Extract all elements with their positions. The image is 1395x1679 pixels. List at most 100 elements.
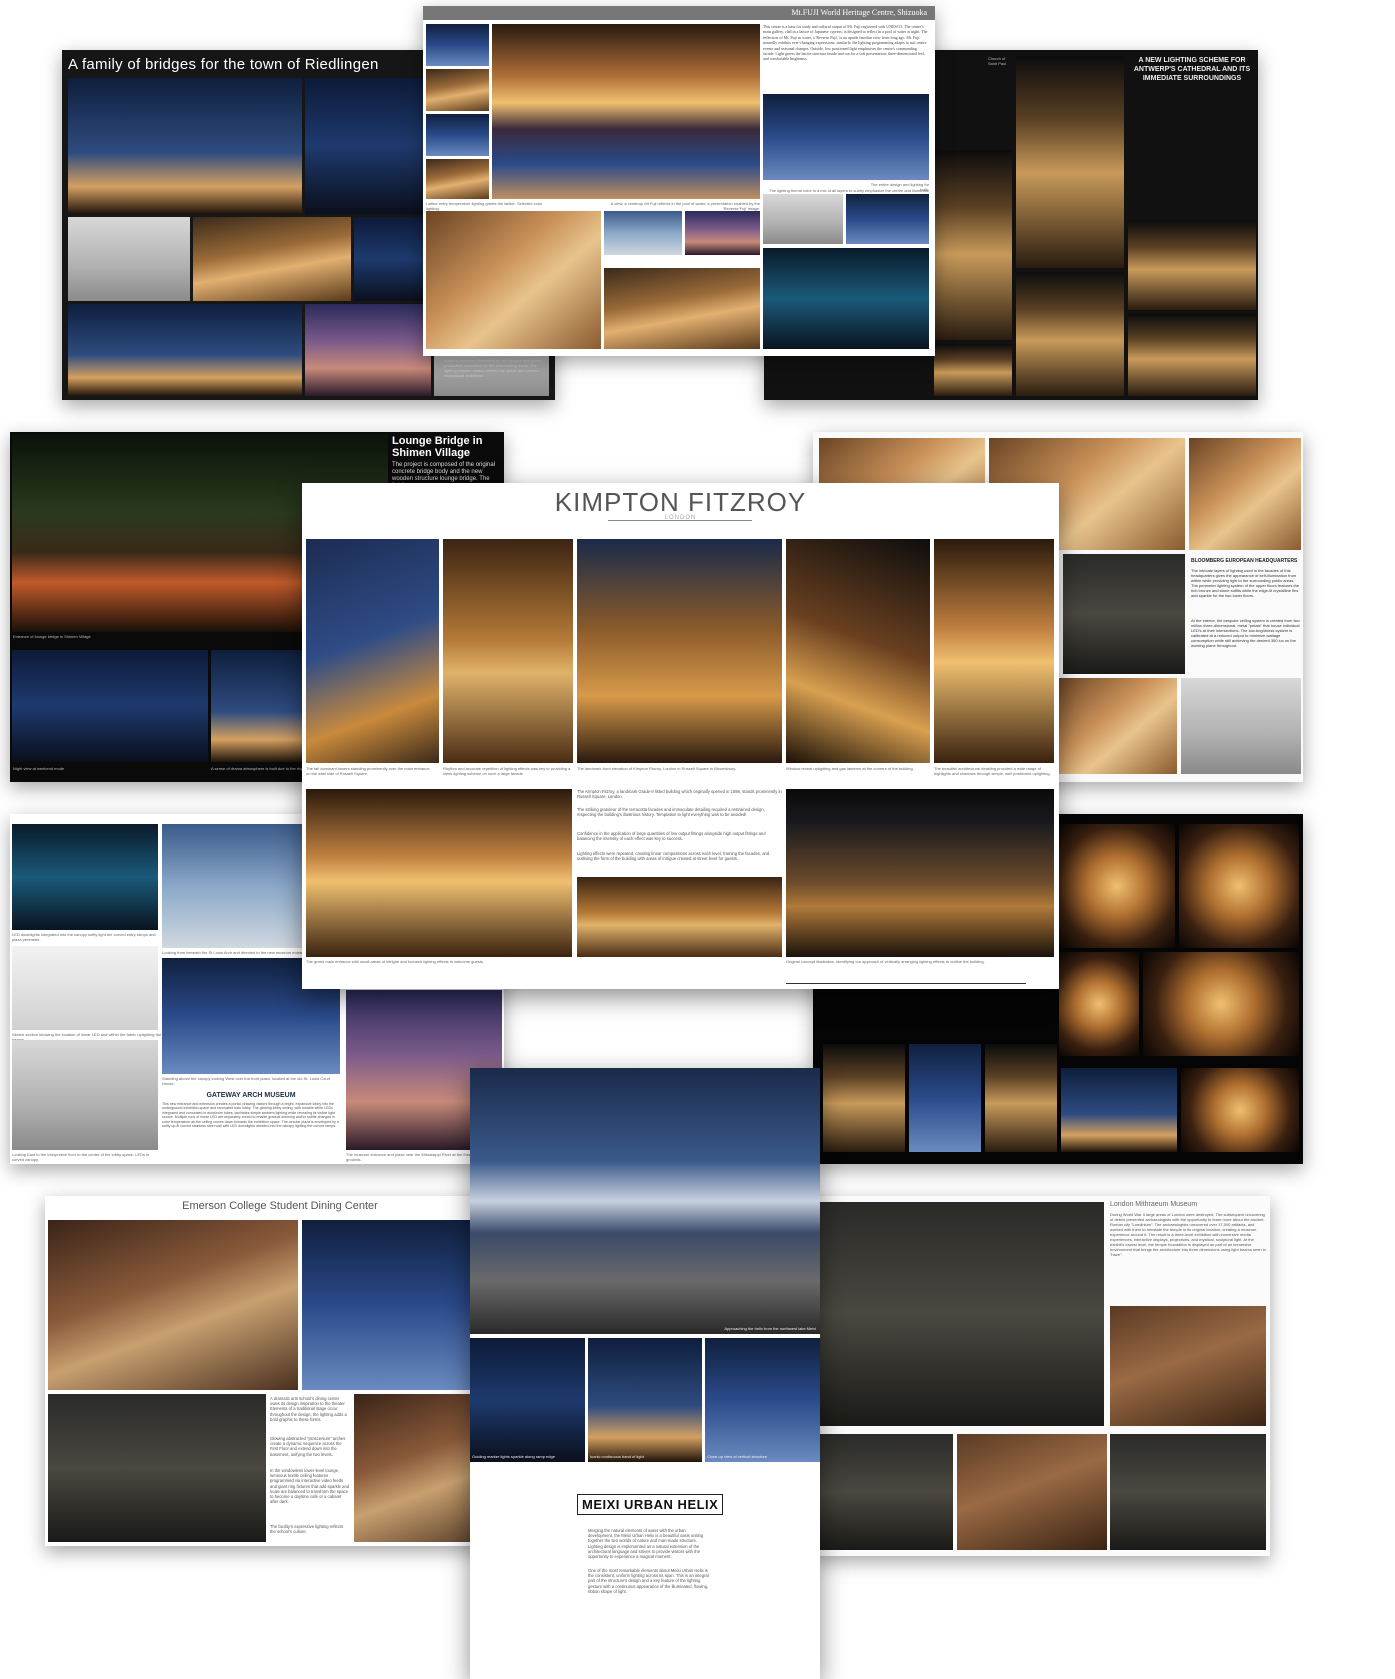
kimpton-photo-entrance — [306, 789, 572, 957]
rotunda-photo-4 — [1143, 952, 1299, 1056]
bloomberg-photo-petals — [1181, 678, 1301, 774]
rotunda-photo-2 — [1179, 824, 1299, 948]
kimpton-caption-3: The landmark front elevation of Kimpton … — [577, 766, 737, 771]
fuji-photo-day — [604, 211, 682, 255]
mithraeum-photo-wall — [1110, 1306, 1266, 1426]
mithraeum-photo-display — [957, 1434, 1107, 1550]
emerson-photo-hall — [48, 1220, 298, 1390]
fuji-thumb-1 — [426, 24, 489, 66]
fuji-header: Mt.FUJI World Heritage Centre, Shizuoka — [791, 8, 927, 17]
riedlingen-photo-bridge — [68, 78, 302, 214]
meixi-panel: Approaching the helix from the northwest… — [470, 1068, 820, 1679]
riedlingen-title: A family of bridges for the town of Ried… — [68, 56, 379, 73]
mithraeum-photo-bust — [1110, 1434, 1266, 1550]
fuji-thumb-2 — [426, 69, 489, 111]
gateway-photo-canopy — [12, 824, 158, 930]
mithraeum-photo-case — [819, 1434, 953, 1550]
gateway-body: This new entrance and extension creates … — [162, 1102, 339, 1129]
fuji-photo-stairs — [763, 194, 843, 244]
emerson-body-4: The facility's expressive lighting refle… — [270, 1524, 344, 1535]
kimpton-caption-1: The tall dominant towers standing promin… — [306, 766, 431, 776]
riedlingen-photo-walkway — [193, 217, 351, 301]
kimpton-body-3: Confidence in the application of large q… — [577, 831, 766, 842]
kimpton-bottom-rule — [786, 983, 1026, 984]
antwerp-photo-tower — [1016, 56, 1124, 268]
kimpton-body-4: Lighting effects were repeated, creating… — [577, 851, 770, 862]
kimpton-subtitle: LONDON — [664, 515, 697, 521]
riedlingen-photo-grate — [68, 217, 190, 301]
riedlingen-photo-dusk — [305, 304, 431, 396]
meixi-body-1: Merging the natural elements of water wi… — [588, 1528, 704, 1560]
meixi-caption-1: Approaching the helix from the northwest… — [724, 1326, 816, 1331]
antwerp-photo-bottom — [934, 344, 1012, 396]
emerson-panel: Emerson College Student Dining Center A … — [45, 1196, 515, 1546]
kimpton-caption-4: Window reveal uplighting and gas lantern… — [786, 766, 914, 771]
kimpton-caption-2: Rhythm and accurate repetition of lighti… — [443, 766, 571, 776]
meixi-photo-band — [588, 1338, 702, 1462]
emerson-body-3: In the windowless lower-level lounge, lu… — [270, 1468, 350, 1505]
antwerp-photo-left — [934, 150, 1012, 340]
emerson-body-2: Glowing abstracted "proscenium" arches c… — [270, 1436, 346, 1457]
kimpton-photo-detailing — [934, 539, 1054, 763]
rotunda-photo-7 — [985, 1044, 1057, 1152]
meixi-caption-3: Iconic continuous band of light — [590, 1454, 644, 1459]
kimpton-title: KIMPTON FITZROY — [554, 487, 807, 517]
kimpton-photo-towers — [306, 539, 439, 763]
rotunda-photo-8 — [1061, 1068, 1177, 1152]
mithraeum-body: During World War II large areas of Londo… — [1110, 1212, 1266, 1257]
bloomberg-title: BLOOMBERG EUROPEAN HEADQUARTERS — [1191, 558, 1298, 564]
rotunda-photo-3 — [1059, 952, 1139, 1056]
kimpton-caption-bottom-left: The grand main entrance with small areas… — [306, 959, 485, 964]
emerson-photo-stairs — [48, 1394, 266, 1542]
gateway-caption-1: LED downlights integrated into the canop… — [12, 932, 156, 942]
shimen-title: Lounge Bridge in Shimen Village — [392, 435, 483, 459]
kimpton-photo-elevation — [577, 539, 782, 763]
meixi-body-2: One of the most remarkable elements abou… — [588, 1568, 709, 1594]
gateway-caption-5: Looking East to the interpretive floor t… — [12, 1152, 150, 1162]
rotunda-photo-9 — [1181, 1068, 1299, 1152]
kimpton-body-1: The Kimpton Fitzroy, a landmark Grade-II… — [577, 789, 782, 800]
kimpton-body-2: The striking grandeur of the terracotta … — [577, 807, 765, 818]
fuji-photo-lobby — [846, 194, 929, 244]
mithraeum-title: London Mithraeum Museum — [1110, 1201, 1198, 1208]
meixi-photo-main — [470, 1068, 820, 1334]
kimpton-photo-lanterns — [786, 539, 930, 763]
fuji-panel: Mt.FUJI World Heritage Centre, Shizuoka … — [423, 6, 935, 356]
bloomberg-photo-desks — [1057, 678, 1177, 774]
rotunda-photo-5 — [823, 1044, 905, 1152]
kimpton-photo-rhythm — [443, 539, 573, 763]
fuji-thumb-3 — [426, 114, 489, 156]
gateway-caption-4: Standing above the canopy looking West o… — [162, 1076, 331, 1086]
antwerp-photo-portal — [1016, 272, 1124, 396]
kimpton-panel: KIMPTON FITZROY LONDON The tall dominant… — [302, 483, 1059, 989]
mithraeum-panel: London Mithraeum Museum During World War… — [813, 1196, 1270, 1556]
antwerp-photo-square — [1128, 220, 1256, 310]
meixi-caption-2: Guiding marker lights sparkle along ramp… — [472, 1454, 555, 1459]
fuji-photo-dusk — [685, 211, 760, 255]
riedlingen-photo-river — [68, 304, 302, 396]
fuji-photo-lattice — [426, 211, 601, 349]
shimen-caption-1: Entrance of lounge bridge in Shimen Vill… — [13, 634, 91, 639]
fuji-photo-night — [763, 248, 929, 349]
bloomberg-photo-hall — [1063, 554, 1185, 674]
fuji-caption-2: A view, a centerup Mt Fuji reflects in t… — [610, 201, 760, 211]
antwerp-photo-street — [1128, 314, 1256, 396]
antwerp-title: A NEW LIGHTING SCHEME FOR ANTWERP'S CATH… — [1133, 57, 1251, 82]
kimpton-caption-5: The beautiful architectural detailing pr… — [934, 766, 1051, 776]
fuji-header-bar: Mt.FUJI World Heritage Centre, Shizuoka — [423, 6, 935, 20]
kimpton-caption-bottom-right: Original concept illustration, identifyi… — [786, 959, 985, 964]
fuji-photo-exterior — [763, 94, 929, 180]
meixi-photo-ramp — [470, 1338, 585, 1462]
shimen-photo-drama — [211, 650, 311, 762]
bloomberg-body-1: The intricate layers of lighting used in… — [1191, 568, 1300, 598]
antwerp-label: Church of Saint Paul — [988, 56, 1007, 66]
gateway-photo-lobby — [12, 1040, 158, 1150]
shimen-caption-2: Night view at weekend mode — [13, 766, 65, 771]
bloomberg-photo-ceiling-3 — [1189, 438, 1301, 550]
kimpton-photo-facade-strip — [577, 877, 782, 957]
fuji-thumb-4 — [426, 159, 489, 199]
fuji-body: This centre is a base for study and cult… — [763, 24, 928, 62]
bloomberg-body-2: At the interior, the bespoke ceiling sys… — [1191, 618, 1300, 648]
gateway-title: GATEWAY ARCH MUSEUM — [206, 1092, 296, 1099]
kimpton-photo-concept — [786, 789, 1054, 957]
